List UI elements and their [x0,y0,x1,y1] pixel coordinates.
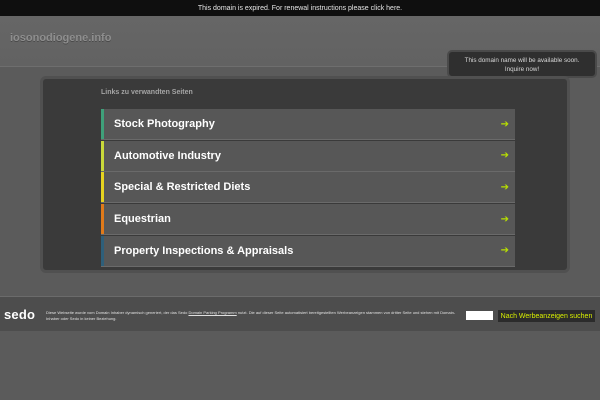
related-link-special-restricted-diets[interactable]: Special & Restricted Diets ➔ [101,172,515,204]
related-link-label[interactable]: Automotive Industry [114,150,221,162]
footer: sedo Diese Webseite wurde vom Domain Inh… [0,296,600,331]
inquire-text-line2[interactable]: Inquire now! [449,65,595,74]
related-link-label[interactable]: Stock Photography [114,118,215,130]
related-link-automotive-industry[interactable]: Automotive Industry ➔ [101,140,515,172]
arrow-right-icon[interactable]: ➔ [501,204,509,234]
link-accent-bar [101,172,104,203]
arrow-right-icon[interactable]: ➔ [501,141,509,171]
link-accent-bar [101,235,104,266]
domain-title: iosonodiogene.info [10,32,112,44]
expired-domain-notice[interactable]: This domain is expired. For renewal inst… [0,0,600,17]
footer-disclaimer: Diese Webseite wurde vom Domain Inhaber … [46,310,460,321]
expired-domain-notice-text[interactable]: This domain is expired. For renewal inst… [198,5,402,12]
footer-disclaimer-text-before: Diese Webseite wurde vom Domain Inhaber … [46,310,189,315]
related-link-label[interactable]: Special & Restricted Diets [114,181,250,193]
link-accent-bar [101,109,104,139]
sedo-logo: sedo [4,307,36,322]
link-accent-bar [101,140,104,171]
arrow-right-icon[interactable]: ➔ [501,109,509,139]
domain-parking-program-link[interactable]: Domain Parking Programm [188,310,236,315]
related-links-panel: Links zu verwandten Seiten Stock Photogr… [40,76,570,273]
header: iosonodiogene.info This domain name will… [0,16,600,78]
related-link-property-inspections[interactable]: Property Inspections & Appraisals ➔ [101,235,515,267]
related-link-equestrian[interactable]: Equestrian ➔ [101,204,515,236]
related-links-heading: Links zu verwandten Seiten [101,89,193,96]
arrow-right-icon[interactable]: ➔ [501,172,509,202]
inquire-text-line1: This domain name will be available soon. [464,57,580,64]
related-link-label[interactable]: Equestrian [114,213,171,225]
related-link-label[interactable]: Property Inspections & Appraisals [114,245,293,257]
search-ads-button[interactable]: Nach Werbeanzeigen suchen [498,310,595,322]
link-accent-bar [101,204,104,235]
related-link-stock-photography[interactable]: Stock Photography ➔ [101,109,515,140]
related-links-list: Stock Photography ➔ Automotive Industry … [101,109,515,267]
inquire-now-box[interactable]: This domain name will be available soon.… [447,50,597,78]
ad-search-input[interactable] [466,311,493,320]
arrow-right-icon[interactable]: ➔ [501,236,509,266]
